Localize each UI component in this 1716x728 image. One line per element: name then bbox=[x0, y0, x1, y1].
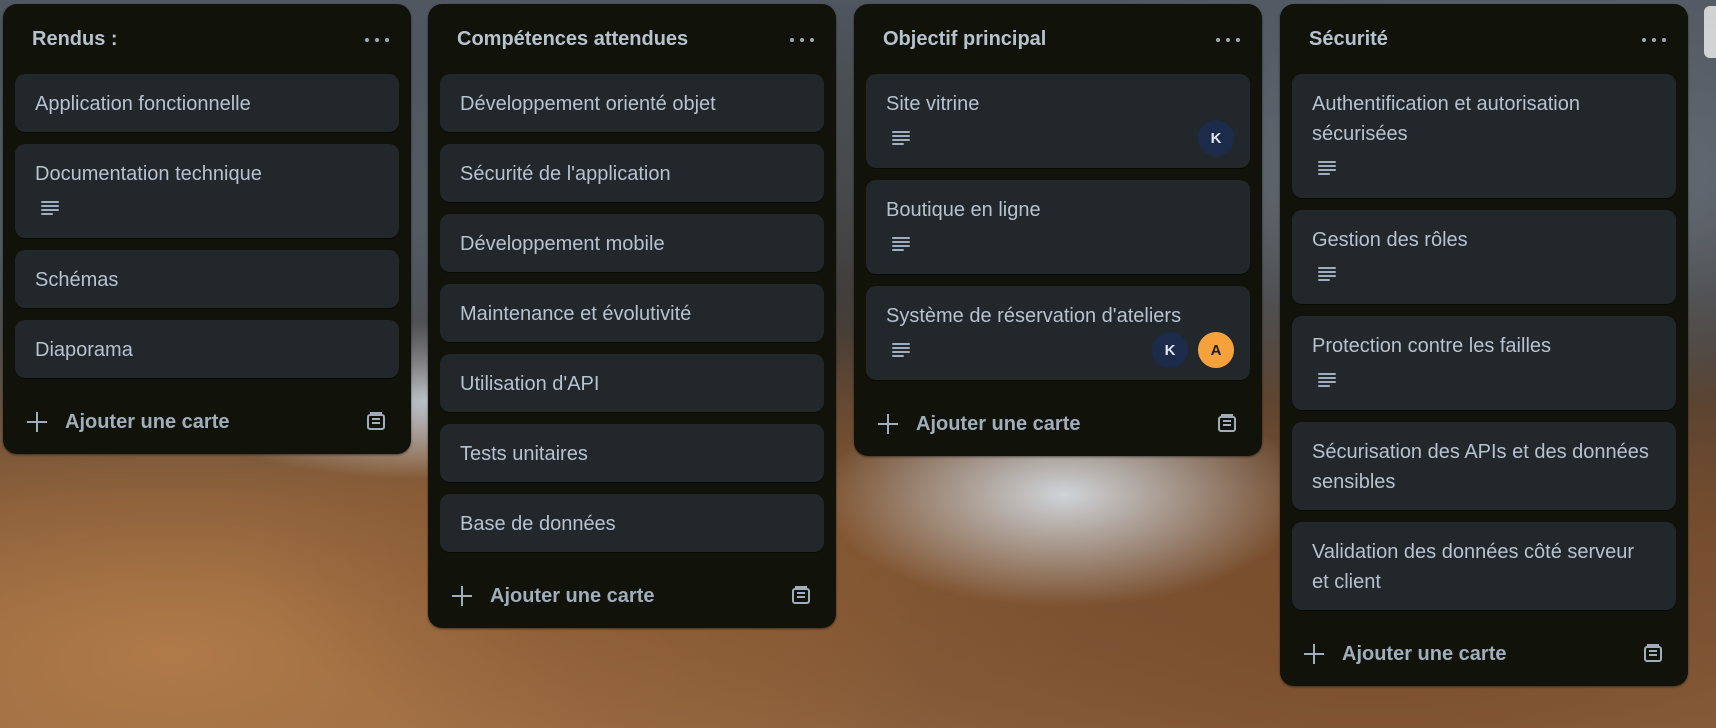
ellipsis-icon[interactable] bbox=[365, 30, 389, 50]
card-badges bbox=[1312, 257, 1656, 291]
add-card-button[interactable]: Ajouter une carte bbox=[27, 411, 229, 434]
add-card-row: Ajouter une carte bbox=[3, 390, 411, 454]
card[interactable]: Sécurité de l'application bbox=[440, 144, 824, 202]
card-list: Site vitrine K Boutique en ligne Système de… bbox=[854, 74, 1262, 380]
card-title: Sécurité de l'application bbox=[460, 163, 671, 185]
add-card-label: Ajouter une carte bbox=[65, 410, 230, 433]
card-title: Développement orienté objet bbox=[460, 93, 716, 115]
avatar[interactable]: K bbox=[1150, 330, 1190, 370]
ellipsis-icon[interactable] bbox=[790, 30, 814, 50]
card-title: Développement mobile bbox=[460, 233, 665, 255]
card-template-icon[interactable] bbox=[792, 586, 810, 604]
add-card-row: Ajouter une carte bbox=[428, 564, 836, 628]
card-title: Site vitrine bbox=[886, 93, 980, 115]
list-1: Compétences attendues Développement orien… bbox=[428, 4, 836, 628]
list-header[interactable]: Rendus : bbox=[3, 4, 411, 74]
card[interactable]: Base de données bbox=[440, 494, 824, 552]
list-title[interactable]: Objectif principal bbox=[883, 28, 1046, 51]
card[interactable]: Authentification et autorisation sécuris… bbox=[1292, 74, 1676, 198]
card[interactable]: Développement mobile bbox=[440, 214, 824, 272]
list-header[interactable]: Sécurité bbox=[1280, 4, 1688, 74]
add-card-button[interactable]: Ajouter une carte bbox=[878, 413, 1080, 436]
add-card-row: Ajouter une carte bbox=[1280, 622, 1688, 686]
list-title[interactable]: Sécurité bbox=[1309, 28, 1388, 51]
card-title: Utilisation d'API bbox=[460, 373, 600, 395]
description-lines-icon bbox=[892, 343, 910, 357]
card-title: Maintenance et évolutivité bbox=[460, 303, 692, 325]
card-title: Authentification et autorisation sécuris… bbox=[1312, 93, 1580, 145]
card-title: Validation des données côté serveur et c… bbox=[1312, 541, 1635, 593]
card-title: Protection contre les failles bbox=[1312, 335, 1552, 357]
card-list: Application fonctionnelle Documentation t… bbox=[3, 74, 411, 378]
avatar[interactable]: A bbox=[1196, 330, 1236, 370]
card-template-icon[interactable] bbox=[1218, 414, 1236, 432]
add-card-label: Ajouter une carte bbox=[1342, 642, 1507, 665]
add-card-label: Ajouter une carte bbox=[490, 584, 655, 607]
card[interactable]: Système de réservation d'ateliers K A bbox=[866, 286, 1250, 380]
list-header[interactable]: Compétences attendues bbox=[428, 4, 836, 74]
list-2: Objectif principal Site vitrine K Boutique … bbox=[854, 4, 1262, 456]
list-title[interactable]: Rendus : bbox=[32, 28, 118, 51]
card-title: Sécurisation des APIs et des données sen… bbox=[1312, 441, 1649, 493]
card-title: Diaporama bbox=[35, 339, 133, 361]
plus-icon bbox=[878, 414, 898, 434]
card-title: Tests unitaires bbox=[460, 443, 588, 465]
board-canvas: Rendus : Application fonctionnelle Documen… bbox=[0, 0, 1716, 728]
card-title: Boutique en ligne bbox=[886, 199, 1041, 221]
card-badges bbox=[886, 227, 1230, 261]
card-title: Base de données bbox=[460, 513, 616, 535]
card[interactable]: Gestion des rôles bbox=[1292, 210, 1676, 304]
ellipsis-icon[interactable] bbox=[1216, 30, 1240, 50]
description-lines-icon bbox=[41, 201, 59, 215]
plus-icon bbox=[1304, 644, 1324, 664]
plus-icon bbox=[27, 412, 47, 432]
card[interactable]: Sécurisation des APIs et des données sen… bbox=[1292, 422, 1676, 510]
card-list: Authentification et autorisation sécuris… bbox=[1280, 74, 1688, 610]
card[interactable]: Protection contre les failles bbox=[1292, 316, 1676, 410]
card[interactable]: Validation des données côté serveur et c… bbox=[1292, 522, 1676, 610]
card[interactable]: Maintenance et évolutivité bbox=[440, 284, 824, 342]
card-template-icon[interactable] bbox=[1644, 644, 1662, 662]
add-card-row: Ajouter une carte bbox=[854, 392, 1262, 456]
card-title: Documentation technique bbox=[35, 163, 262, 185]
avatar[interactable]: K bbox=[1196, 118, 1236, 158]
card[interactable]: Développement orienté objet bbox=[440, 74, 824, 132]
card-badges bbox=[35, 191, 379, 225]
card-title: Système de réservation d'ateliers bbox=[886, 305, 1182, 327]
add-card-button[interactable]: Ajouter une carte bbox=[452, 585, 654, 608]
card[interactable]: Boutique en ligne bbox=[866, 180, 1250, 274]
card-badges bbox=[1312, 151, 1656, 185]
card-title: Application fonctionnelle bbox=[35, 93, 251, 115]
card-members: KA bbox=[1150, 330, 1236, 370]
card[interactable]: Tests unitaires bbox=[440, 424, 824, 482]
add-card-label: Ajouter une carte bbox=[916, 412, 1081, 435]
card-title: Schémas bbox=[35, 269, 119, 291]
card-template-icon[interactable] bbox=[367, 412, 385, 430]
card[interactable]: Documentation technique bbox=[15, 144, 399, 238]
description-lines-icon bbox=[892, 237, 910, 251]
card-badges: KA bbox=[886, 330, 1236, 370]
plus-icon bbox=[452, 586, 472, 606]
card-members: K bbox=[1196, 118, 1236, 158]
list-title[interactable]: Compétences attendues bbox=[457, 28, 688, 51]
card-badges: K bbox=[886, 118, 1236, 158]
card[interactable]: Diaporama bbox=[15, 320, 399, 378]
card[interactable]: Site vitrine K bbox=[866, 74, 1250, 168]
card-badges bbox=[1312, 363, 1656, 397]
description-lines-icon bbox=[1318, 373, 1336, 387]
description-lines-icon bbox=[1318, 267, 1336, 281]
description-lines-icon bbox=[892, 131, 910, 145]
add-card-button[interactable]: Ajouter une carte bbox=[1304, 643, 1506, 666]
card-title: Gestion des rôles bbox=[1312, 229, 1468, 251]
card-list: Développement orienté objet Sécurité de l… bbox=[428, 74, 836, 552]
list-header[interactable]: Objectif principal bbox=[854, 4, 1262, 74]
card[interactable]: Schémas bbox=[15, 250, 399, 308]
card[interactable]: Utilisation d'API bbox=[440, 354, 824, 412]
description-lines-icon bbox=[1318, 161, 1336, 175]
list-3: Sécurité Authentification et autorisation… bbox=[1280, 4, 1688, 686]
card[interactable]: Application fonctionnelle bbox=[15, 74, 399, 132]
list-0: Rendus : Application fonctionnelle Documen… bbox=[3, 4, 411, 454]
ellipsis-icon[interactable] bbox=[1642, 30, 1666, 50]
